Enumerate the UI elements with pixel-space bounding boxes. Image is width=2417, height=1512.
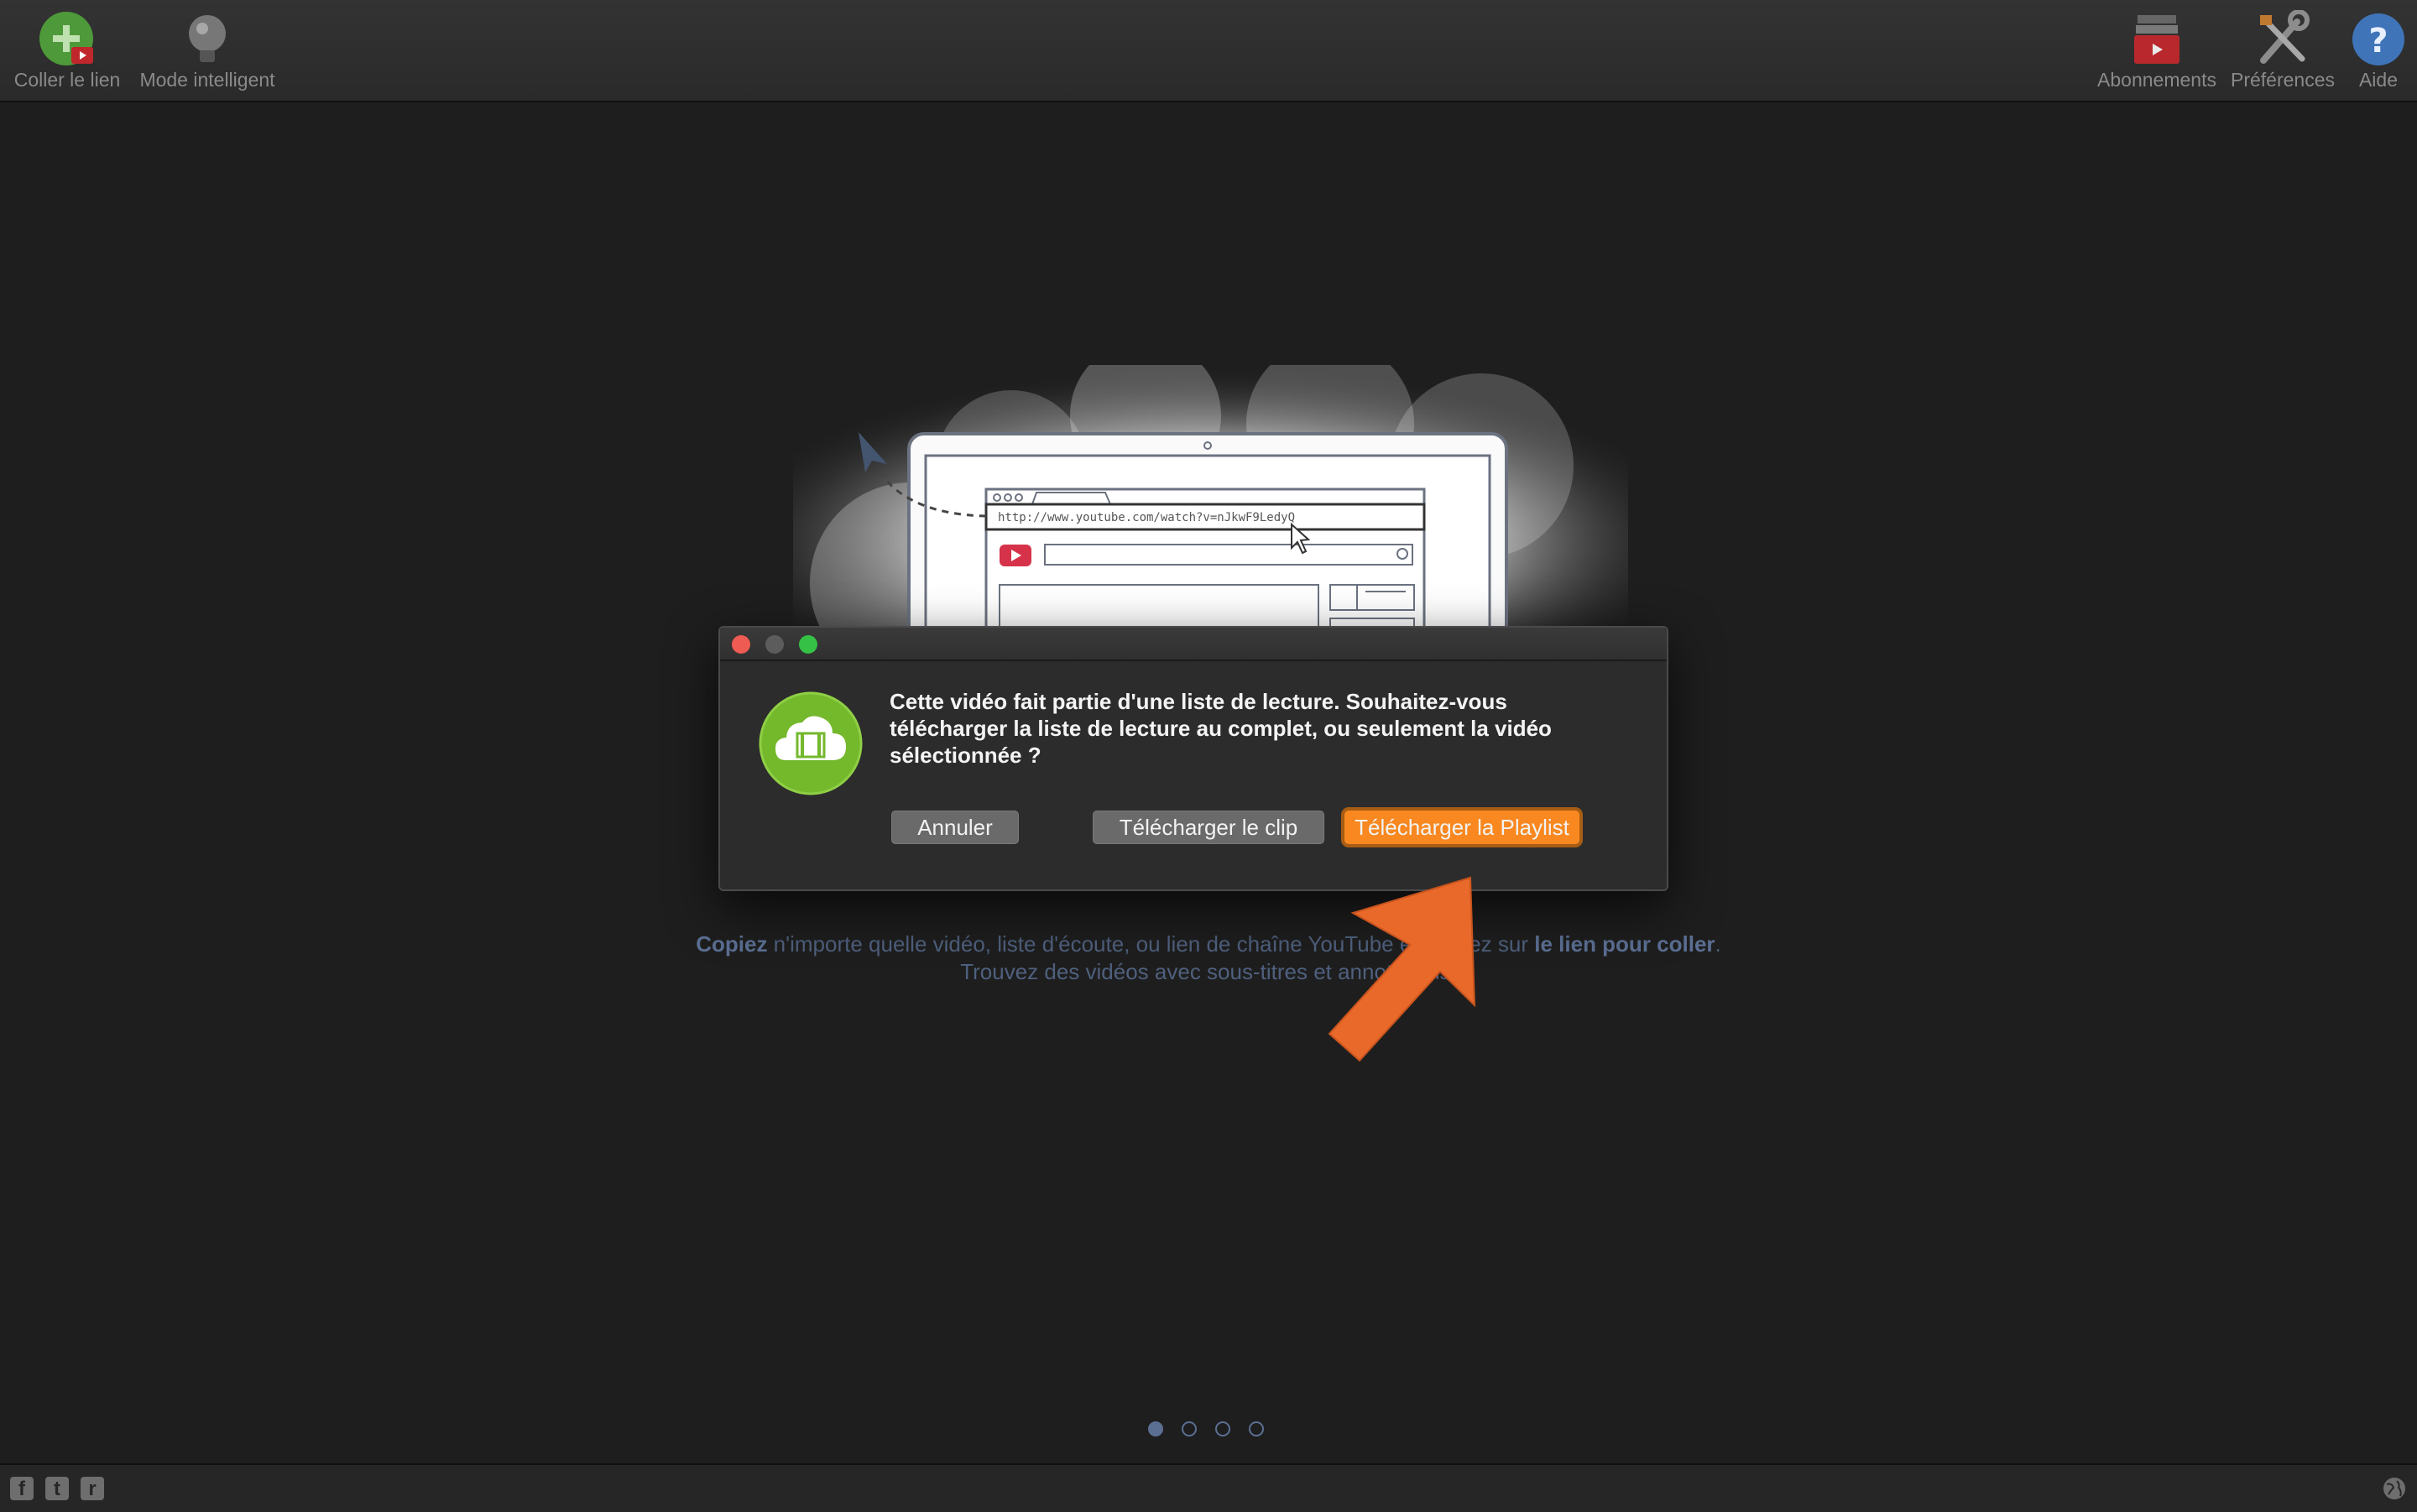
preferences-button[interactable]: Préférences	[2226, 0, 2340, 101]
lightbulb-icon	[189, 15, 226, 62]
hint-line-1: Copiez n'importe quelle vidéo, liste d'é…	[0, 931, 2417, 957]
paste-link-icon	[39, 12, 93, 65]
carousel-pager	[1148, 1421, 1272, 1443]
help-button[interactable]: ? Aide	[2347, 0, 2410, 101]
hint-copy-word: Copiez	[696, 931, 768, 957]
globe-icon[interactable]	[2382, 1476, 2407, 1501]
cancel-button[interactable]: Annuler	[891, 811, 1019, 844]
pager-dot-3[interactable]	[1215, 1421, 1230, 1436]
smart-mode-label: Mode intelligent	[139, 69, 275, 91]
subscriptions-label: Abonnements	[2097, 69, 2216, 91]
pager-dot-1[interactable]	[1148, 1421, 1163, 1436]
facebook-icon[interactable]: f	[10, 1477, 34, 1500]
dialog-message: Cette vidéo fait partie d'une liste de l…	[890, 689, 1552, 768]
illustration-url: http://www.youtube.com/watch?v=nJkwF9Led…	[998, 511, 1295, 524]
tools-icon	[2260, 10, 2310, 64]
smart-mode-button[interactable]: Mode intelligent	[134, 0, 280, 101]
subscriptions-icon	[2134, 15, 2179, 64]
download-clip-button[interactable]: Télécharger le clip	[1093, 811, 1324, 844]
pager-dot-4[interactable]	[1249, 1421, 1264, 1436]
svg-text:?: ?	[2368, 22, 2388, 60]
pager-dot-2[interactable]	[1182, 1421, 1197, 1436]
laptop-illustration: http://www.youtube.com/watch?v=nJkwF9Led…	[793, 365, 1628, 659]
hint-line-2: Trouvez des vidéos avec sous-titres et a…	[960, 959, 1457, 984]
help-label: Aide	[2358, 69, 2399, 91]
preferences-label: Préférences	[2230, 69, 2335, 91]
close-window-button[interactable]	[732, 635, 750, 654]
download-playlist-button[interactable]: Télécharger la Playlist	[1344, 811, 1579, 844]
paste-link-button[interactable]: Coller le lien	[8, 0, 126, 101]
help-icon: ?	[2352, 13, 2404, 65]
reddit-icon[interactable]: r	[81, 1477, 104, 1500]
hint-paste-link[interactable]: le lien pour coller	[1534, 931, 1715, 957]
dialog-titlebar	[720, 628, 1667, 661]
app-logo-icon	[759, 691, 863, 795]
paste-link-label: Coller le lien	[13, 69, 121, 91]
subscriptions-button[interactable]: Abonnements	[2095, 0, 2219, 101]
twitter-icon[interactable]: t	[45, 1477, 69, 1500]
minimize-window-button[interactable]	[765, 635, 784, 654]
footer-bar: f t r	[0, 1463, 2417, 1512]
hint-period: .	[1715, 931, 1721, 957]
toolbar: Coller le lien Mode intelligent Abonneme…	[0, 0, 2417, 102]
playlist-dialog: Cette vidéo fait partie d'une liste de l…	[718, 626, 1668, 891]
hint-text: n'importe quelle vidéo, liste d'écoute, …	[767, 931, 1535, 957]
maximize-window-button[interactable]	[799, 635, 817, 654]
